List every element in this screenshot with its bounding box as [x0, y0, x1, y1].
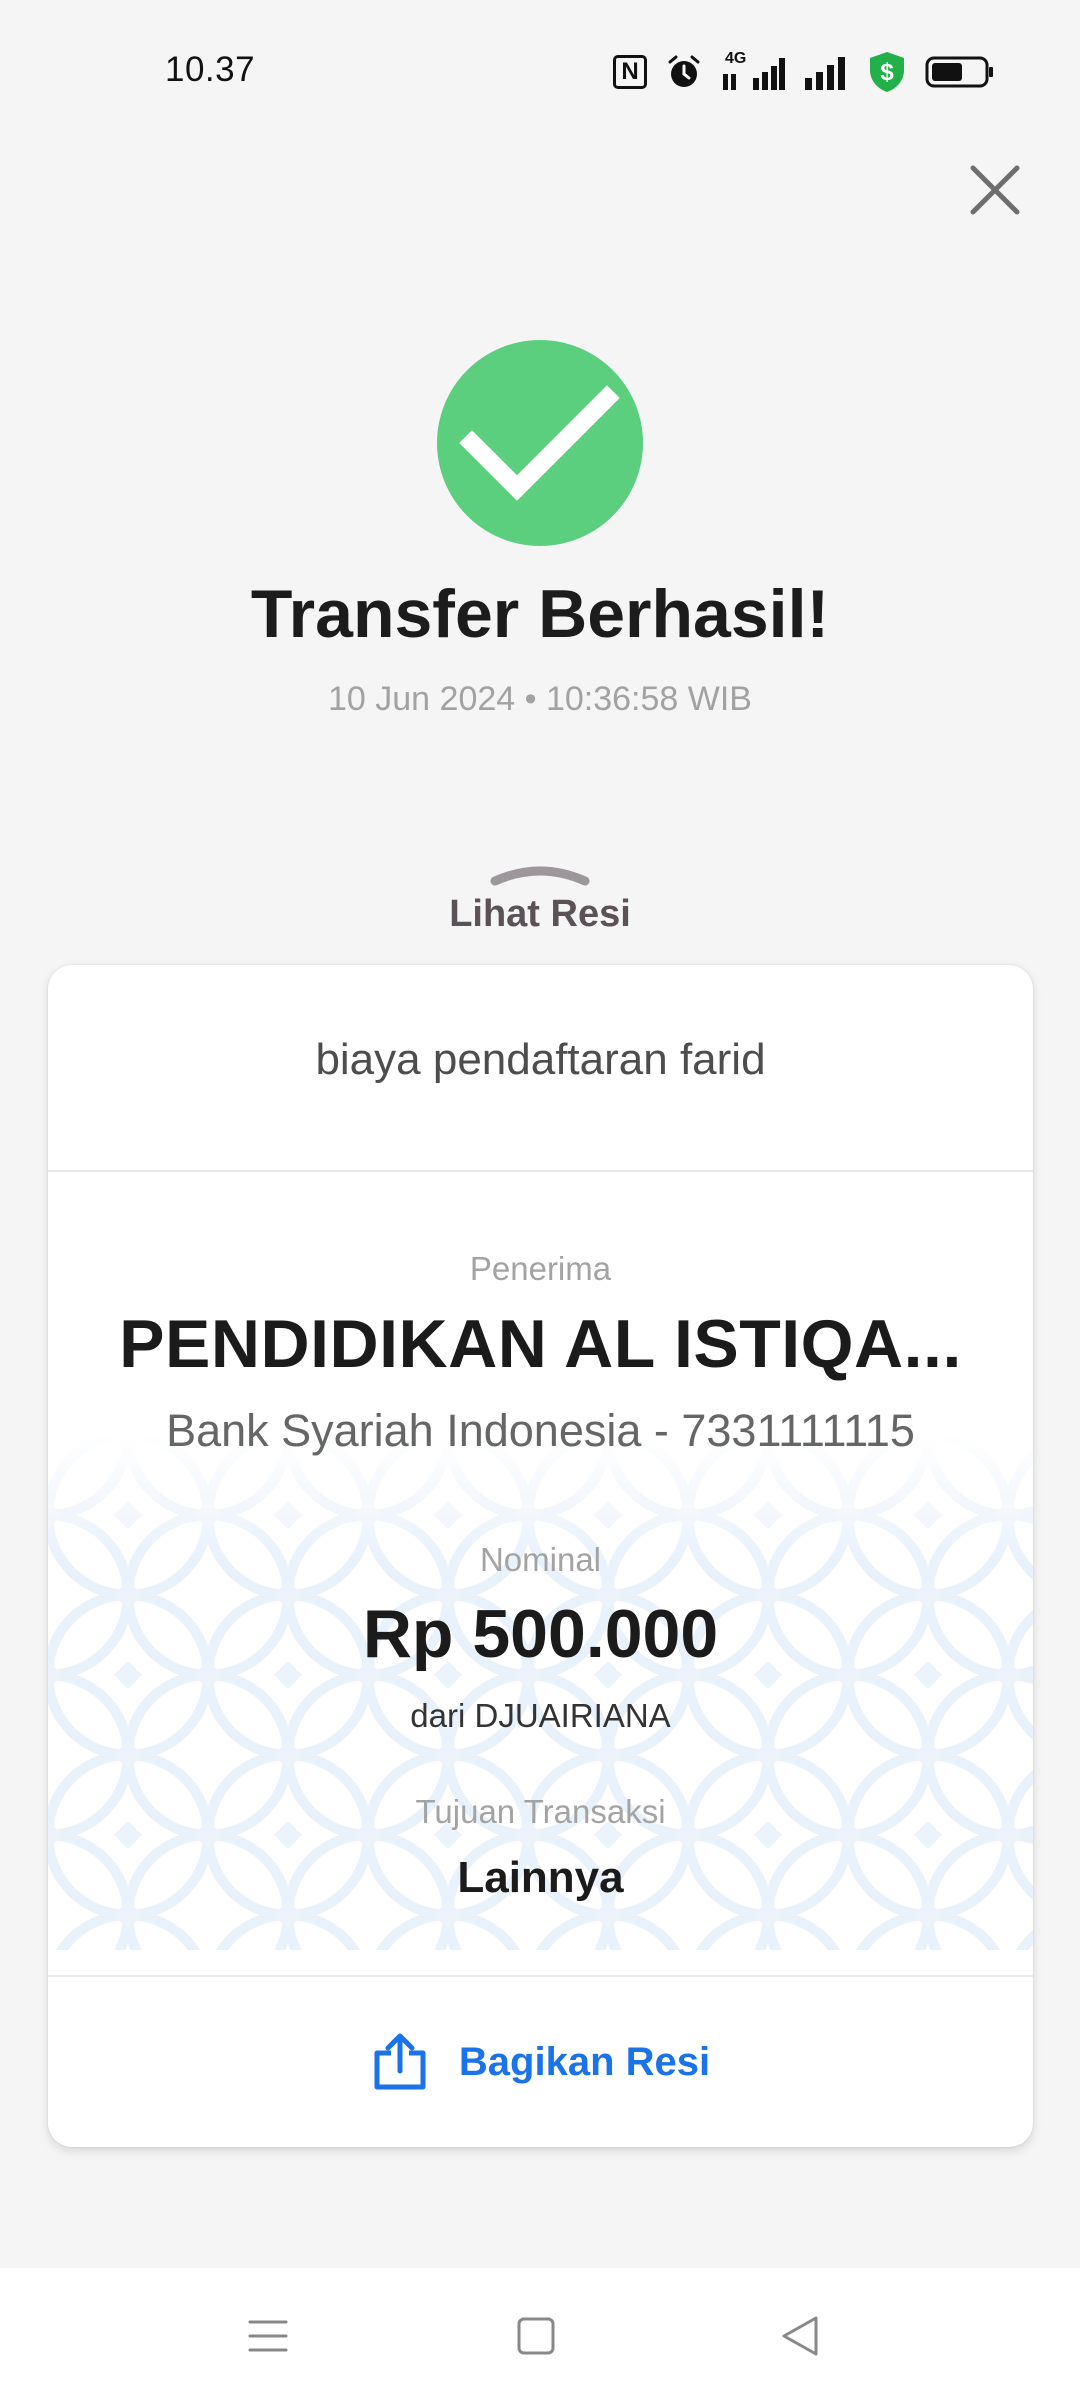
security-shield-icon: $: [867, 50, 907, 94]
close-button[interactable]: [965, 160, 1025, 220]
menu-icon: [248, 2320, 288, 2352]
transfer-success-screen: 10.37 N 4G $ Transfer Berhasil! 10 Jun 2…: [0, 0, 1080, 2400]
transaction-purpose: Lainnya: [457, 1853, 624, 1902]
transaction-datetime: 10 Jun 2024 • 10:36:58 WIB: [328, 680, 752, 718]
share-receipt-button[interactable]: Bagikan Resi: [48, 1977, 1033, 2147]
back-icon: [782, 2316, 818, 2356]
4g-signal-icon: 4G: [721, 50, 785, 92]
chevron-up-icon: [490, 866, 590, 886]
home-button[interactable]: [506, 2308, 566, 2363]
status-icons: N 4G $: [613, 48, 995, 96]
amount-label: Nominal: [479, 1541, 602, 1578]
home-icon: [517, 2317, 555, 2355]
view-receipt-label: Lihat Resi: [449, 893, 631, 935]
divider: [48, 1170, 1033, 1172]
purpose-label: Tujuan Transaksi: [415, 1793, 666, 1830]
alarm-icon: [665, 53, 703, 91]
signal-icon: [803, 54, 849, 90]
menu-button[interactable]: [238, 2308, 298, 2363]
nfc-icon: N: [613, 55, 647, 89]
status-bar: 10.37 N 4G $: [0, 0, 1080, 140]
share-receipt-label: Bagikan Resi: [458, 2039, 711, 2084]
transfer-note: biaya pendaftaran farid: [315, 1035, 766, 1084]
sender-name: dari DJUAIRIANA: [410, 1697, 671, 1734]
share-icon: [374, 2033, 426, 2090]
status-time: 10.37: [165, 50, 256, 89]
close-icon: [970, 165, 1020, 215]
recipient-name: PENDIDIKAN AL ISTIQA...: [119, 1306, 962, 1382]
view-receipt-toggle[interactable]: Lihat Resi: [390, 855, 690, 945]
receipt-card: biaya pendaftaran farid Penerima PENDIDI…: [48, 965, 1033, 2147]
success-check-icon: [437, 340, 643, 546]
back-button[interactable]: [772, 2308, 832, 2363]
recipient-bank-account: Bank Syariah Indonesia - 7331111115: [166, 1405, 915, 1456]
recipient-label: Penerima: [469, 1250, 612, 1287]
battery-icon: [925, 55, 995, 89]
transfer-amount: Rp 500.000: [362, 1596, 719, 1672]
page-title: Transfer Berhasil!: [250, 576, 830, 652]
svg-text:$: $: [880, 59, 894, 86]
system-nav-bar: [0, 2268, 1080, 2400]
